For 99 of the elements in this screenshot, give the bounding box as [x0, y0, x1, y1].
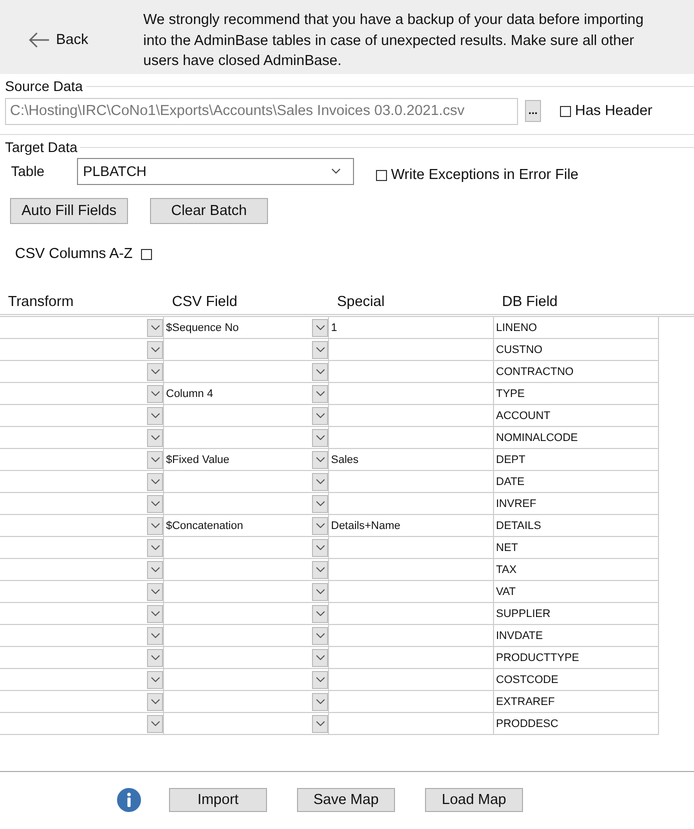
- csv-field-dropdown[interactable]: [164, 603, 329, 625]
- transform-dropdown[interactable]: [0, 383, 164, 405]
- special-cell[interactable]: [329, 427, 494, 449]
- transform-dropdown[interactable]: [0, 581, 164, 603]
- db-field-cell: INVDATE: [494, 625, 659, 647]
- db-field-cell: CONTRACTNO: [494, 361, 659, 383]
- csv-columns-az-checkbox[interactable]: CSV Columns A-Z: [15, 246, 694, 262]
- column-header: CSV Field: [171, 294, 238, 312]
- db-field-cell: ACCOUNT: [494, 405, 659, 427]
- transform-dropdown[interactable]: [0, 559, 164, 581]
- csv-field-dropdown[interactable]: $Fixed Value: [164, 449, 329, 471]
- csv-field-dropdown[interactable]: [164, 427, 329, 449]
- browse-button[interactable]: ...: [525, 100, 541, 122]
- transform-dropdown[interactable]: [0, 515, 164, 537]
- special-cell[interactable]: [329, 405, 494, 427]
- info-icon[interactable]: [117, 788, 141, 812]
- special-cell[interactable]: [329, 603, 494, 625]
- write-exceptions-checkbox[interactable]: Write Exceptions in Error File: [376, 167, 578, 183]
- transform-dropdown[interactable]: [0, 361, 164, 383]
- transform-dropdown[interactable]: [0, 691, 164, 713]
- db-field-cell: VAT: [494, 581, 659, 603]
- transform-dropdown[interactable]: [0, 317, 164, 339]
- transform-dropdown[interactable]: [0, 449, 164, 471]
- table-dropdown[interactable]: PLBATCH: [77, 158, 354, 184]
- csv-field-dropdown[interactable]: [164, 471, 329, 493]
- transform-dropdown[interactable]: [0, 537, 164, 559]
- csv-field-dropdown[interactable]: $Sequence No: [164, 317, 329, 339]
- db-field-cell: EXTRAREF: [494, 691, 659, 713]
- special-cell[interactable]: Sales: [329, 449, 494, 471]
- csv-field-dropdown[interactable]: [164, 493, 329, 515]
- db-field-cell: NET: [494, 537, 659, 559]
- db-field-cell: PRODDESC: [494, 713, 659, 735]
- column-header: Transform: [7, 294, 75, 312]
- db-field-cell: LINENO: [494, 317, 659, 339]
- back-button[interactable]: Back: [28, 30, 88, 50]
- load-map-button[interactable]: Load Map: [425, 788, 523, 812]
- db-field-cell: NOMINALCODE: [494, 427, 659, 449]
- column-header: Special: [336, 294, 386, 312]
- save-map-button[interactable]: Save Map: [297, 788, 395, 812]
- special-cell[interactable]: [329, 493, 494, 515]
- csv-field-dropdown[interactable]: [164, 647, 329, 669]
- has-header-checkbox[interactable]: Has Header: [560, 103, 652, 119]
- table-label: Table: [11, 163, 46, 179]
- special-cell[interactable]: [329, 669, 494, 691]
- special-cell[interactable]: [329, 713, 494, 735]
- db-field-cell: PRODUCTTYPE: [494, 647, 659, 669]
- back-arrow-icon: [28, 32, 50, 48]
- db-field-cell: DETAILS: [494, 515, 659, 537]
- special-cell[interactable]: [329, 339, 494, 361]
- section-title: Target Data: [5, 139, 78, 155]
- csv-field-dropdown[interactable]: Column 4: [164, 383, 329, 405]
- db-field-cell: COSTCODE: [494, 669, 659, 691]
- transform-dropdown[interactable]: [0, 471, 164, 493]
- special-cell[interactable]: [329, 647, 494, 669]
- section-title: Source Data: [5, 78, 83, 94]
- transform-dropdown[interactable]: [0, 427, 164, 449]
- csv-field-dropdown[interactable]: [164, 581, 329, 603]
- csv-field-dropdown[interactable]: [164, 361, 329, 383]
- special-cell[interactable]: 1: [329, 317, 494, 339]
- column-header: DB Field: [501, 294, 559, 312]
- transform-dropdown[interactable]: [0, 713, 164, 735]
- special-cell[interactable]: [329, 537, 494, 559]
- csv-field-dropdown[interactable]: [164, 713, 329, 735]
- db-field-cell: TAX: [494, 559, 659, 581]
- csv-field-dropdown[interactable]: [164, 625, 329, 647]
- db-field-cell: INVREF: [494, 493, 659, 515]
- clear-batch-button[interactable]: Clear Batch: [150, 198, 268, 224]
- chevron-down-icon: [331, 168, 341, 174]
- csv-field-dropdown[interactable]: [164, 669, 329, 691]
- transform-dropdown[interactable]: [0, 669, 164, 691]
- warning-message: We strongly recommend that you have a backup of your data before importing into the AdminBase tables in case of unexpected results. Make sure all other users have closed AdminBase.: [143, 11, 645, 71]
- db-field-cell: DATE: [494, 471, 659, 493]
- db-field-cell: DEPT: [494, 449, 659, 471]
- auto-fill-button[interactable]: Auto Fill Fields: [10, 198, 128, 224]
- transform-dropdown[interactable]: [0, 405, 164, 427]
- file-path-field[interactable]: C:\Hosting\IRC\CoNo1\Exports\Accounts\Sales Invoices 03.0.2021.csv: [5, 98, 518, 124]
- special-cell[interactable]: [329, 471, 494, 493]
- db-field-cell: TYPE: [494, 383, 659, 405]
- transform-dropdown[interactable]: [0, 603, 164, 625]
- special-cell[interactable]: [329, 383, 494, 405]
- transform-dropdown[interactable]: [0, 493, 164, 515]
- special-cell[interactable]: Details+Name: [329, 515, 494, 537]
- csv-field-dropdown[interactable]: [164, 537, 329, 559]
- csv-field-dropdown[interactable]: [164, 691, 329, 713]
- db-field-cell: CUSTNO: [494, 339, 659, 361]
- special-cell[interactable]: [329, 361, 494, 383]
- transform-dropdown[interactable]: [0, 647, 164, 669]
- csv-field-dropdown[interactable]: $Concatenation: [164, 515, 329, 537]
- import-button[interactable]: Import: [169, 788, 267, 812]
- db-field-cell: SUPPLIER: [494, 603, 659, 625]
- special-cell[interactable]: [329, 625, 494, 647]
- transform-dropdown[interactable]: [0, 339, 164, 361]
- transform-dropdown[interactable]: [0, 625, 164, 647]
- special-cell[interactable]: [329, 691, 494, 713]
- csv-field-dropdown[interactable]: [164, 339, 329, 361]
- csv-field-dropdown[interactable]: [164, 559, 329, 581]
- special-cell[interactable]: [329, 559, 494, 581]
- csv-field-dropdown[interactable]: [164, 405, 329, 427]
- special-cell[interactable]: [329, 581, 494, 603]
